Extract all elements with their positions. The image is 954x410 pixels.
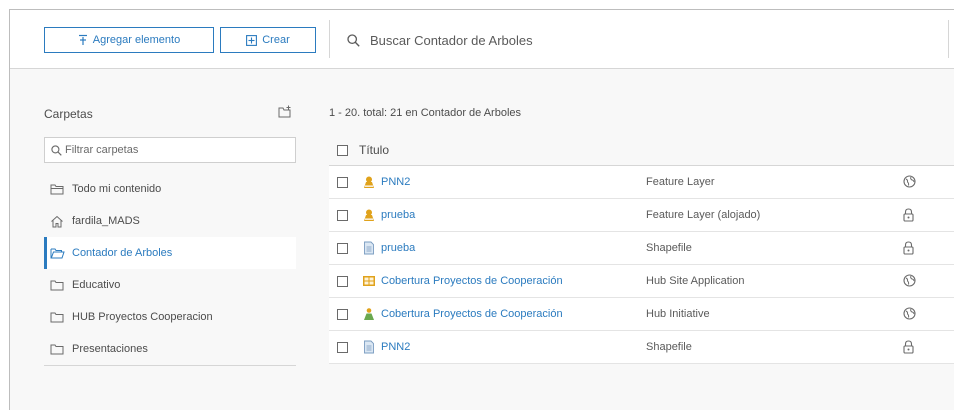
add-item-label: Agregar elemento [92,34,181,46]
lock-icon [903,208,914,222]
feature-layer-icon [364,209,374,221]
new-folder-icon[interactable] [278,105,292,118]
folders-title: Carpetas [44,107,93,121]
feature-layer-icon [364,176,374,188]
row-checkbox[interactable] [337,341,348,353]
lock-icon [903,241,914,255]
folder-label: Todo mi contenido [72,183,162,195]
folder-icon [50,311,66,323]
file-icon [364,340,374,354]
filter-folders-input[interactable] [65,141,285,159]
item-type: Hub Initiative [646,308,710,320]
folder-label: Presentaciones [72,343,148,355]
table-header: Título [329,135,954,166]
column-header-title[interactable]: Título [359,143,389,157]
folder-label: Educativo [72,279,121,291]
folder-item[interactable]: Todo mi contenido [44,173,296,205]
folder-icon [50,343,66,355]
file-icon [364,241,374,255]
add-item-button[interactable]: Agregar elemento [44,27,214,53]
item-title-link[interactable]: Cobertura Proyectos de Cooperación [381,275,563,287]
globe-icon [903,274,916,287]
folders-icon [50,183,66,195]
globe-icon [903,175,916,188]
folder-item[interactable]: Educativo [44,269,296,301]
row-checkbox[interactable] [337,308,348,320]
folder-label: Contador de Arboles [72,247,173,259]
site-app-icon [363,276,375,286]
divider [329,20,330,58]
add-item-icon [78,34,87,45]
row-checkbox[interactable] [337,242,348,254]
folder-item[interactable]: HUB Proyectos Cooperacion [44,301,296,333]
row-checkbox[interactable] [337,176,348,188]
folder-icon [50,279,66,291]
create-button[interactable]: Crear [220,27,316,53]
item-type: Feature Layer [646,176,715,188]
search-input[interactable] [370,29,930,51]
lock-icon [903,340,914,354]
search-icon [347,34,360,47]
folder-list: Todo mi contenido fardila_MADS Contador … [44,173,296,365]
item-type: Shapefile [646,242,692,254]
divider [44,365,296,366]
row-checkbox[interactable] [337,209,348,221]
folder-item-active[interactable]: Contador de Arboles [44,237,296,269]
main-area: Carpetas Todo mi [10,69,954,410]
item-title-link[interactable]: prueba [381,209,415,221]
item-type: Hub Site Application [646,275,745,287]
row-checkbox[interactable] [337,275,348,287]
divider [948,20,949,58]
create-icon [246,34,258,46]
item-title-link[interactable]: prueba [381,242,415,254]
content-page: Agregar elemento Crear Carpetas [9,9,954,410]
globe-icon [903,307,916,320]
item-type: Feature Layer (alojado) [646,209,761,221]
table-row: prueba Shapefile [329,232,954,265]
table-row: PNN2 Feature Layer [329,166,954,199]
table-row: Cobertura Proyectos de Cooperación Hub S… [329,265,954,298]
home-icon [50,215,66,228]
table-row: prueba Feature Layer (alojado) [329,199,954,232]
folder-open-icon [50,247,66,259]
folder-label: HUB Proyectos Cooperacion [72,311,213,323]
table-row: Cobertura Proyectos de Cooperación Hub I… [329,298,954,331]
folder-label: fardila_MADS [72,215,140,227]
item-type: Shapefile [646,341,692,353]
folders-header: Carpetas [44,105,296,125]
item-title-link[interactable]: PNN2 [381,341,410,353]
item-title-link[interactable]: Cobertura Proyectos de Cooperación [381,308,563,320]
select-all-checkbox[interactable] [337,144,348,156]
item-title-link[interactable]: PNN2 [381,176,410,188]
top-toolbar: Agregar elemento Crear [10,10,954,69]
folder-item[interactable]: Presentaciones [44,333,296,365]
items-table: Título PNN2 Feature Layer prueba Feature… [329,135,954,364]
create-label: Crear [262,34,290,46]
folder-item[interactable]: fardila_MADS [44,205,296,237]
results-count: 1 - 20. total: 21 en Contador de Arboles [329,107,522,119]
filter-folders-field [44,137,296,163]
table-row: PNN2 Shapefile [329,331,954,364]
search-icon [51,145,62,156]
initiative-icon [364,308,374,320]
